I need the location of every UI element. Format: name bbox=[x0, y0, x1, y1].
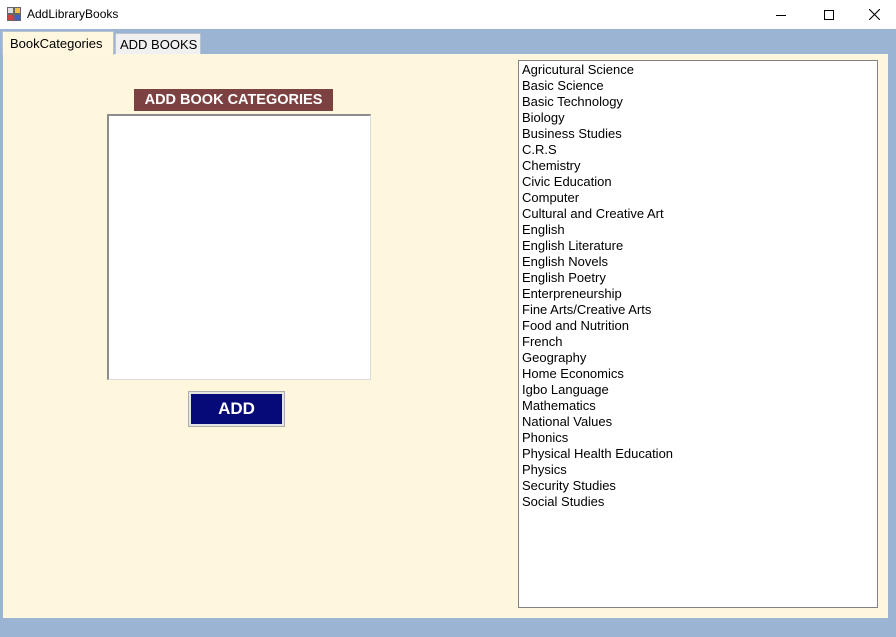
list-item[interactable]: Basic Technology bbox=[522, 94, 877, 110]
maximize-icon bbox=[824, 9, 834, 20]
book-categories-panel: ADD BOOK CATEGORIES ADD Agricutural Scie… bbox=[3, 54, 888, 618]
list-item[interactable]: French bbox=[522, 334, 877, 350]
list-item[interactable]: Civic Education bbox=[522, 174, 877, 190]
list-item[interactable]: English Novels bbox=[522, 254, 877, 270]
list-item[interactable]: Mathematics bbox=[522, 398, 877, 414]
list-item[interactable]: Geography bbox=[522, 350, 877, 366]
category-input[interactable] bbox=[107, 114, 371, 380]
maximize-button[interactable] bbox=[806, 0, 852, 29]
list-item[interactable]: Fine Arts/Creative Arts bbox=[522, 302, 877, 318]
list-item[interactable]: Food and Nutrition bbox=[522, 318, 877, 334]
list-item[interactable]: Security Studies bbox=[522, 478, 877, 494]
app-icon bbox=[7, 7, 21, 21]
add-button-label: ADD bbox=[191, 394, 282, 424]
list-item[interactable]: Computer bbox=[522, 190, 877, 206]
window-title: AddLibraryBooks bbox=[27, 7, 119, 21]
list-item[interactable]: English Poetry bbox=[522, 270, 877, 286]
list-item[interactable]: Social Studies bbox=[522, 494, 877, 510]
categories-list[interactable]: Agricutural Science Basic Science Basic Te… bbox=[518, 60, 878, 608]
list-item[interactable]: C.R.S bbox=[522, 142, 877, 158]
list-item[interactable]: Home Economics bbox=[522, 366, 877, 382]
list-item[interactable]: Cultural and Creative Art bbox=[522, 206, 877, 222]
title-bar: AddLibraryBooks bbox=[0, 0, 896, 29]
list-item[interactable]: Biology bbox=[522, 110, 877, 126]
list-item[interactable]: Physics bbox=[522, 462, 877, 478]
list-item[interactable]: National Values bbox=[522, 414, 877, 430]
list-item[interactable]: Business Studies bbox=[522, 126, 877, 142]
list-item[interactable]: English bbox=[522, 222, 877, 238]
add-categories-heading: ADD BOOK CATEGORIES bbox=[134, 89, 333, 111]
close-button[interactable] bbox=[851, 0, 896, 29]
minimize-icon bbox=[776, 14, 786, 16]
list-item[interactable]: Agricutural Science bbox=[522, 62, 877, 78]
add-button[interactable]: ADD bbox=[188, 391, 285, 427]
list-item[interactable]: Chemistry bbox=[522, 158, 877, 174]
list-item[interactable]: Phonics bbox=[522, 430, 877, 446]
tab-strip: BookCategories ADD BOOKS bbox=[0, 29, 896, 55]
list-item[interactable]: English Literature bbox=[522, 238, 877, 254]
close-icon bbox=[868, 9, 880, 20]
list-item[interactable]: Igbo Language bbox=[522, 382, 877, 398]
tab-add-books[interactable]: ADD BOOKS bbox=[115, 33, 201, 54]
list-item[interactable]: Basic Science bbox=[522, 78, 877, 94]
minimize-button[interactable] bbox=[758, 0, 804, 29]
list-item[interactable]: Physical Health Education bbox=[522, 446, 877, 462]
tab-book-categories[interactable]: BookCategories bbox=[2, 31, 114, 55]
list-item[interactable]: Enterpreneurship bbox=[522, 286, 877, 302]
